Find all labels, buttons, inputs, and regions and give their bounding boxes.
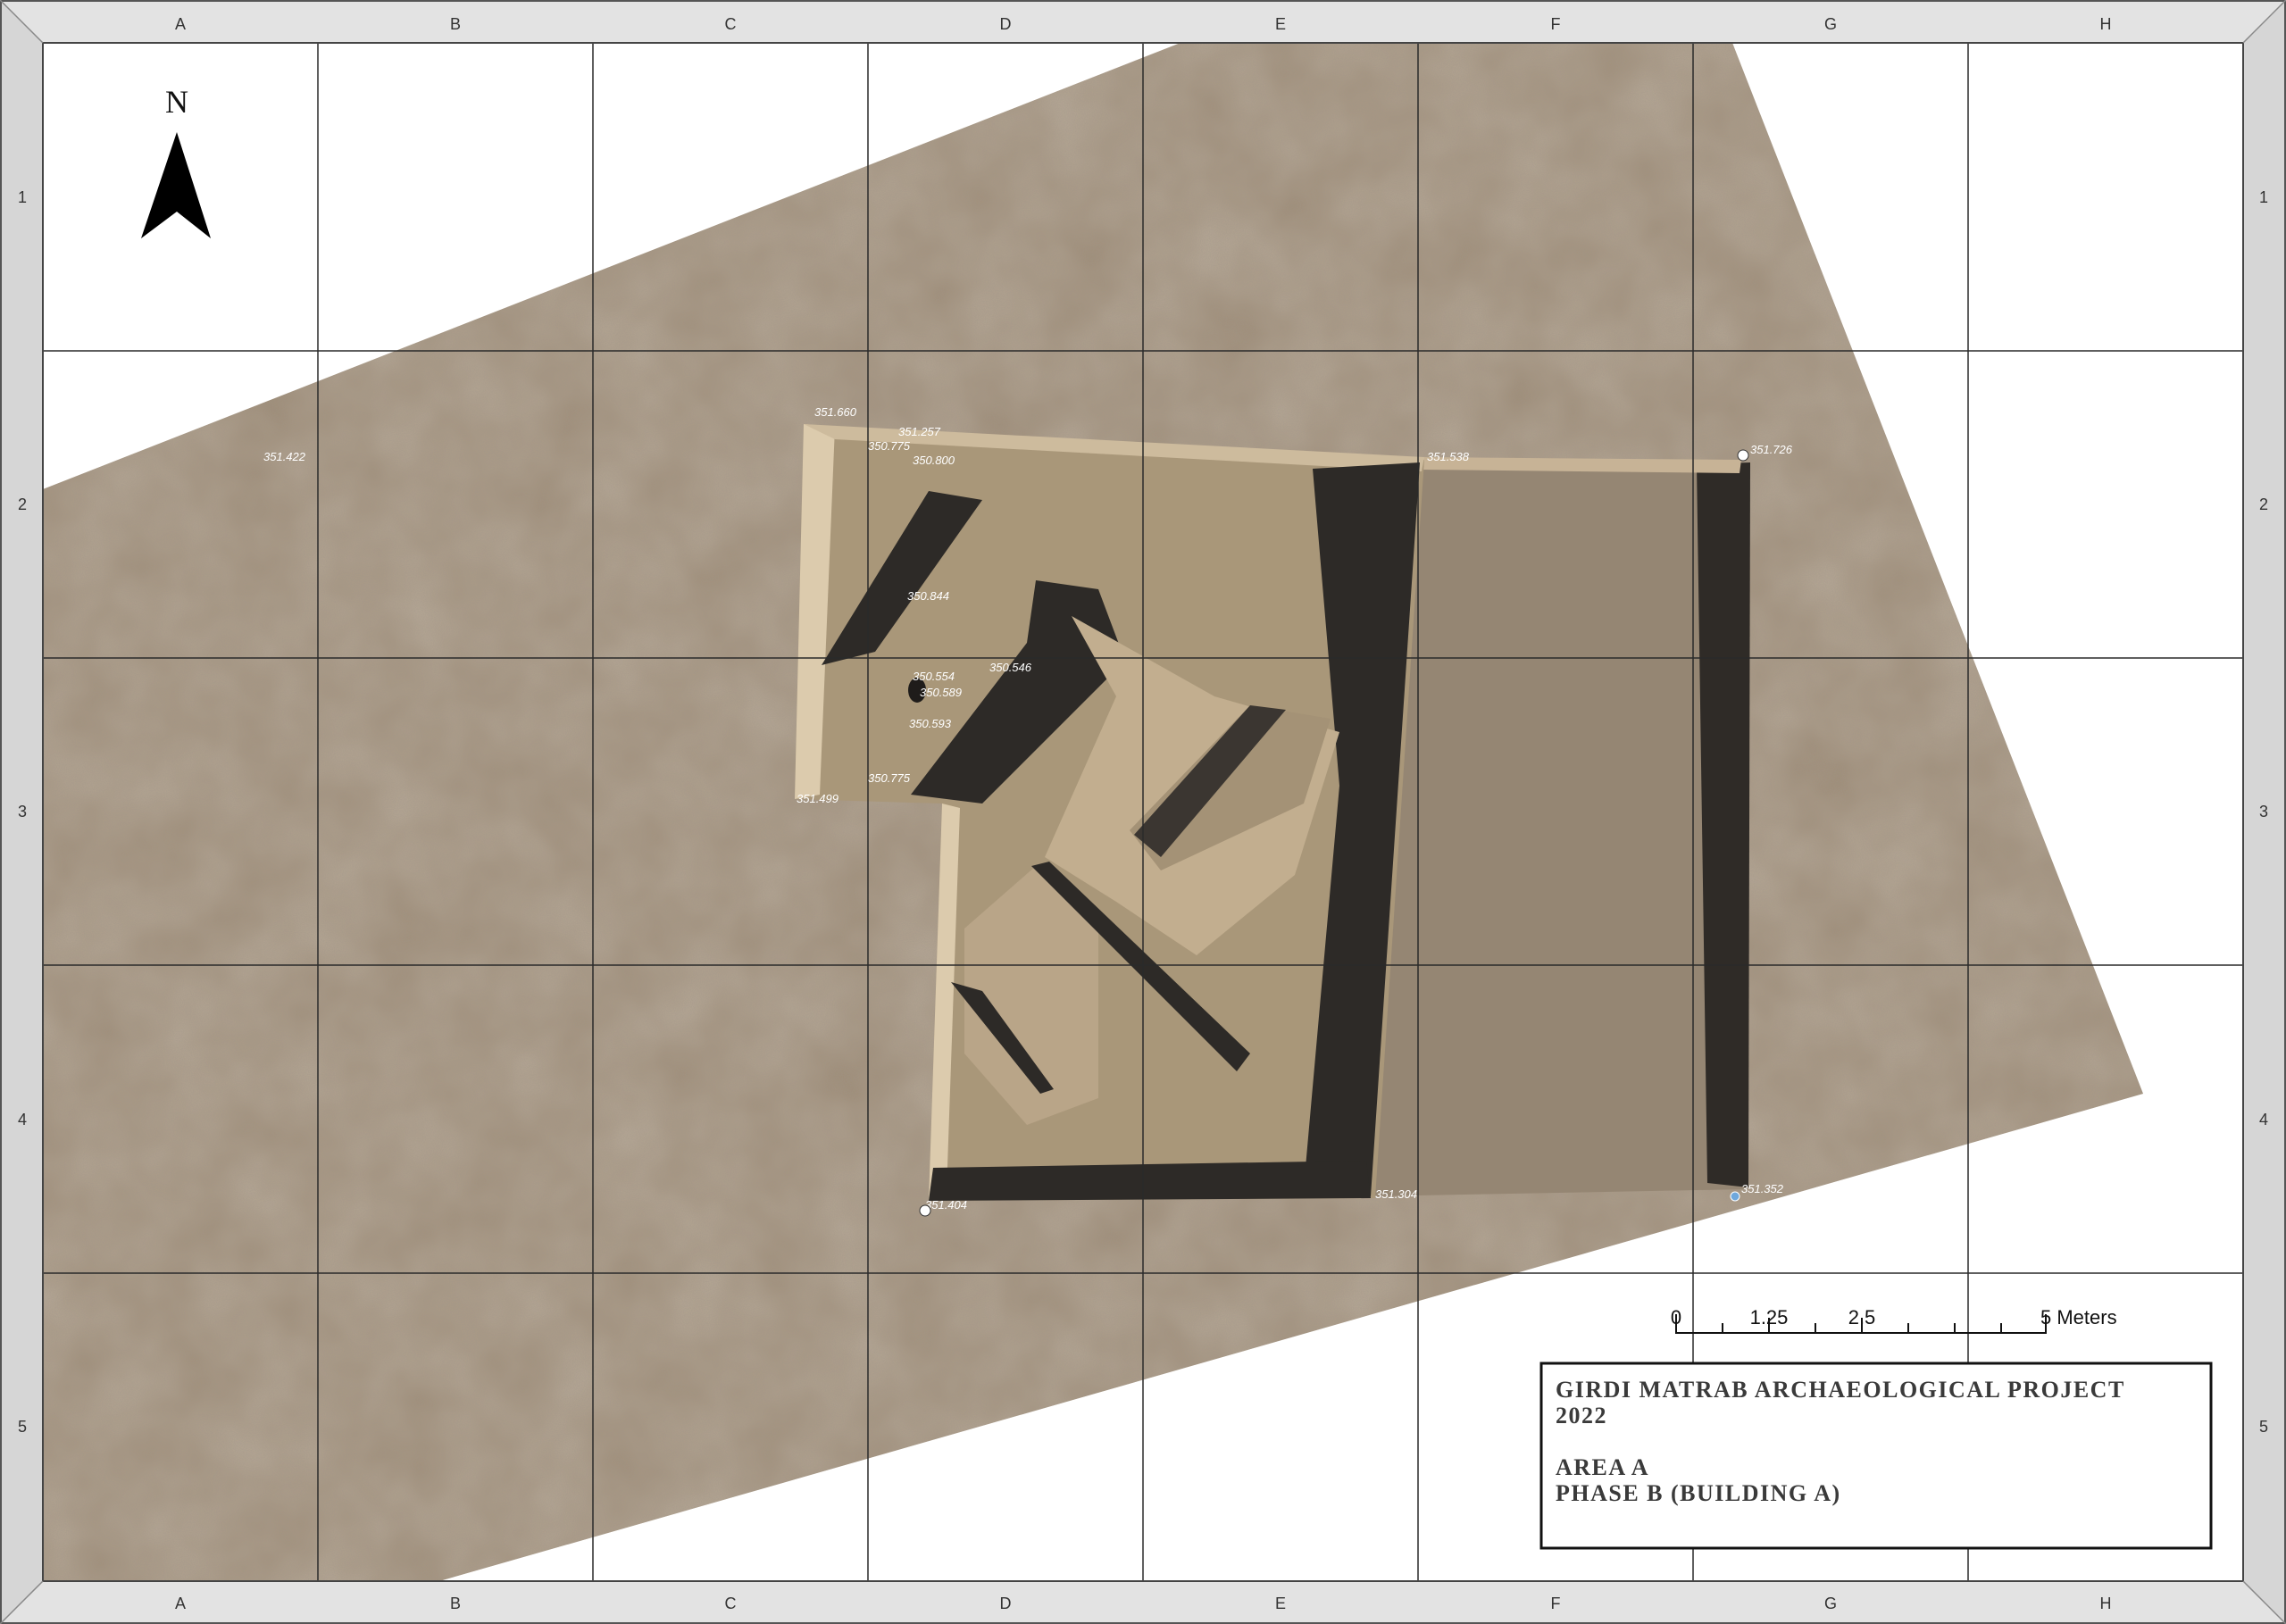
frame-bottom: [0, 1581, 2286, 1624]
elevation-label: 351.304: [1375, 1187, 1417, 1201]
elevation-label: 351.404: [925, 1198, 967, 1212]
col-label-bottom: A: [175, 1595, 186, 1612]
row-label-left: 5: [18, 1418, 27, 1436]
survey-marker: [919, 1204, 931, 1217]
project-year: 2022: [1556, 1403, 1607, 1428]
col-label-bottom: D: [1000, 1595, 1012, 1612]
col-label-top: B: [450, 15, 461, 33]
row-label-left: 4: [18, 1111, 27, 1128]
scale-label: 2.5: [1848, 1306, 1876, 1328]
row-label-right: 3: [2259, 803, 2268, 820]
col-label-bottom: H: [2100, 1595, 2112, 1612]
elevation-label: 351.726: [1750, 443, 1793, 456]
col-label-top: F: [1551, 15, 1561, 33]
scale-label: 0: [1671, 1306, 1681, 1328]
col-label-top: E: [1275, 15, 1286, 33]
project-title: GIRDI MATRAB ARCHAEOLOGICAL PROJECT: [1556, 1377, 2125, 1403]
col-label-bottom: G: [1824, 1595, 1837, 1612]
frame-top: [0, 0, 2286, 43]
scale-label: 1.25: [1750, 1306, 1789, 1328]
excavation-map: A B C D E F G H A B C D E F G H 1 2 3 4 …: [0, 0, 2286, 1624]
col-label-top: A: [175, 15, 186, 33]
col-label-top: G: [1824, 15, 1837, 33]
row-label-right: 4: [2259, 1111, 2268, 1128]
elevation-label: 350.775: [868, 771, 911, 785]
col-label-top: D: [1000, 15, 1012, 33]
elevation-label: 351.352: [1741, 1182, 1784, 1195]
row-label-left: 3: [18, 803, 27, 820]
elevation-label: 351.499: [797, 792, 838, 805]
row-label-right: 5: [2259, 1418, 2268, 1436]
elevation-label: 350.589: [920, 686, 962, 699]
row-label-left: 2: [18, 496, 27, 513]
title-block: GIRDI MATRAB ARCHAEOLOGICAL PROJECT 2022…: [1539, 1362, 2213, 1550]
col-label-top: H: [2100, 15, 2112, 33]
col-label-bottom: C: [725, 1595, 737, 1612]
trench-east-floor: [1371, 460, 1746, 1196]
col-label-bottom: E: [1275, 1595, 1286, 1612]
north-label: N: [165, 84, 188, 120]
survey-marker: [1737, 449, 1749, 462]
row-label-left: 1: [18, 188, 27, 206]
elevation-label: 351.660: [814, 405, 857, 419]
row-label-right: 2: [2259, 496, 2268, 513]
col-label-bottom: B: [450, 1595, 461, 1612]
area-label: AREA A: [1556, 1454, 1649, 1480]
elevation-label: 350.844: [907, 589, 949, 603]
row-label-right: 1: [2259, 188, 2268, 206]
elevation-label: 350.593: [909, 717, 952, 730]
phase-label: PHASE B (BUILDING A): [1556, 1480, 1841, 1506]
elevation-label: 351.538: [1427, 450, 1470, 463]
col-label-bottom: F: [1551, 1595, 1561, 1612]
survey-marker: [1730, 1191, 1740, 1202]
scale-label: 5 Meters: [2040, 1306, 2117, 1328]
elevation-label: 351.422: [263, 450, 306, 463]
elevation-label: 350.554: [913, 670, 955, 683]
elevation-label: 350.546: [989, 661, 1032, 674]
elevation-label: 350.800: [913, 454, 955, 467]
elevation-label: 351.257: [898, 425, 941, 438]
elevation-label: 350.775: [868, 439, 911, 453]
col-label-top: C: [725, 15, 737, 33]
